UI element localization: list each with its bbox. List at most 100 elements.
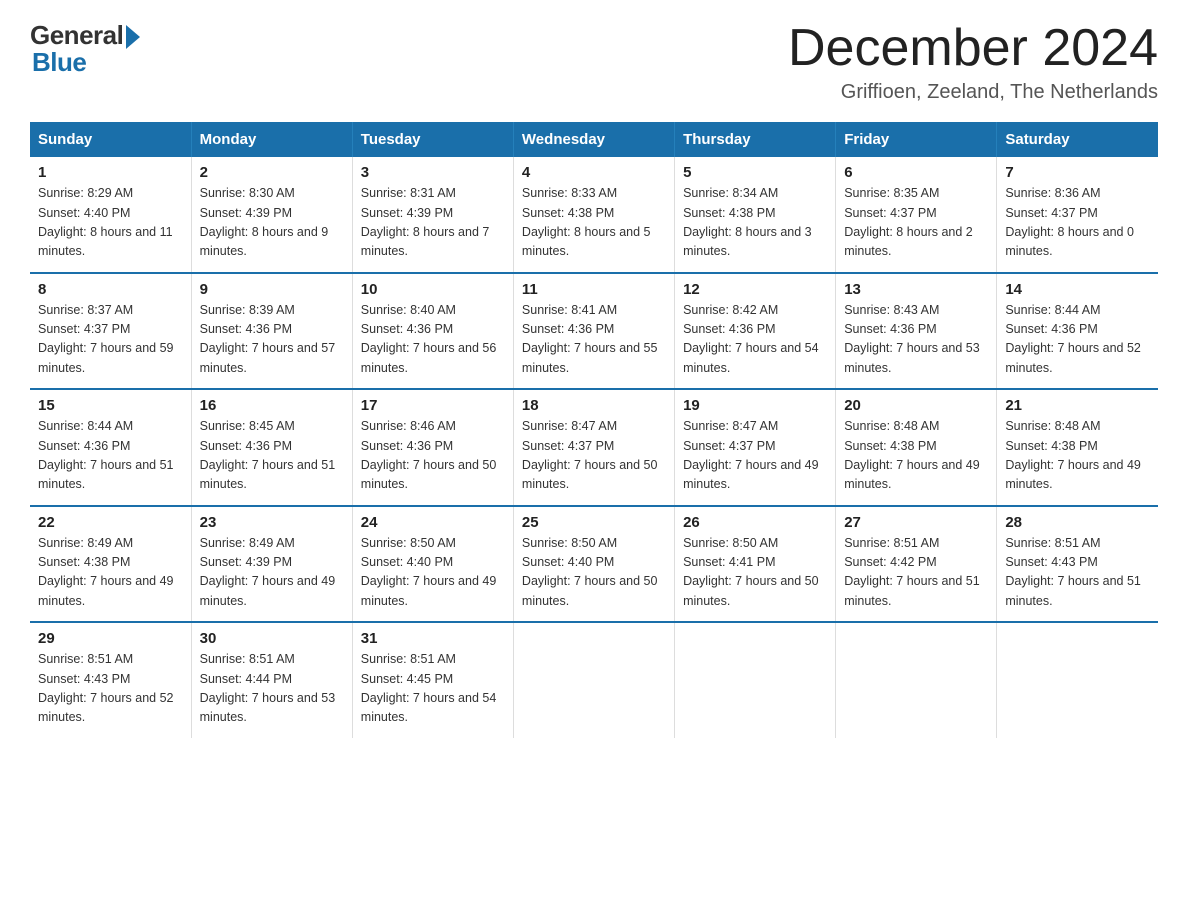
day-number: 5 — [683, 164, 827, 181]
day-number: 10 — [361, 281, 505, 298]
calendar-cell: 21 Sunrise: 8:48 AM Sunset: 4:38 PM Dayl… — [997, 389, 1158, 506]
calendar-cell: 4 Sunrise: 8:33 AM Sunset: 4:38 PM Dayli… — [513, 157, 674, 273]
day-info: Sunrise: 8:44 AM Sunset: 4:36 PM Dayligh… — [38, 417, 183, 495]
day-number: 22 — [38, 514, 183, 531]
calendar-cell — [836, 622, 997, 738]
day-info: Sunrise: 8:49 AM Sunset: 4:38 PM Dayligh… — [38, 534, 183, 612]
day-info: Sunrise: 8:51 AM Sunset: 4:43 PM Dayligh… — [1005, 534, 1150, 612]
day-info: Sunrise: 8:48 AM Sunset: 4:38 PM Dayligh… — [1005, 417, 1150, 495]
title-block: December 2024 Griffioen, Zeeland, The Ne… — [788, 20, 1158, 104]
day-number: 11 — [522, 281, 666, 298]
calendar-cell: 29 Sunrise: 8:51 AM Sunset: 4:43 PM Dayl… — [30, 622, 191, 738]
calendar-cell: 26 Sunrise: 8:50 AM Sunset: 4:41 PM Dayl… — [675, 506, 836, 623]
calendar-cell: 17 Sunrise: 8:46 AM Sunset: 4:36 PM Dayl… — [352, 389, 513, 506]
day-number: 20 — [844, 397, 988, 414]
day-number: 23 — [200, 514, 344, 531]
header-thursday: Thursday — [675, 122, 836, 157]
day-info: Sunrise: 8:30 AM Sunset: 4:39 PM Dayligh… — [200, 184, 344, 262]
calendar-cell — [513, 622, 674, 738]
day-info: Sunrise: 8:47 AM Sunset: 4:37 PM Dayligh… — [522, 417, 666, 495]
calendar-cell: 10 Sunrise: 8:40 AM Sunset: 4:36 PM Dayl… — [352, 273, 513, 390]
calendar-cell: 30 Sunrise: 8:51 AM Sunset: 4:44 PM Dayl… — [191, 622, 352, 738]
calendar-cell: 25 Sunrise: 8:50 AM Sunset: 4:40 PM Dayl… — [513, 506, 674, 623]
calendar-cell — [675, 622, 836, 738]
day-info: Sunrise: 8:48 AM Sunset: 4:38 PM Dayligh… — [844, 417, 988, 495]
header-wednesday: Wednesday — [513, 122, 674, 157]
calendar-cell: 8 Sunrise: 8:37 AM Sunset: 4:37 PM Dayli… — [30, 273, 191, 390]
page-header: General Blue December 2024 Griffioen, Ze… — [30, 20, 1158, 104]
day-info: Sunrise: 8:47 AM Sunset: 4:37 PM Dayligh… — [683, 417, 827, 495]
day-info: Sunrise: 8:50 AM Sunset: 4:40 PM Dayligh… — [361, 534, 505, 612]
day-info: Sunrise: 8:44 AM Sunset: 4:36 PM Dayligh… — [1005, 301, 1150, 379]
header-saturday: Saturday — [997, 122, 1158, 157]
calendar-cell: 11 Sunrise: 8:41 AM Sunset: 4:36 PM Dayl… — [513, 273, 674, 390]
calendar-cell: 15 Sunrise: 8:44 AM Sunset: 4:36 PM Dayl… — [30, 389, 191, 506]
day-info: Sunrise: 8:41 AM Sunset: 4:36 PM Dayligh… — [522, 301, 666, 379]
calendar-cell: 12 Sunrise: 8:42 AM Sunset: 4:36 PM Dayl… — [675, 273, 836, 390]
calendar-cell: 18 Sunrise: 8:47 AM Sunset: 4:37 PM Dayl… — [513, 389, 674, 506]
day-info: Sunrise: 8:35 AM Sunset: 4:37 PM Dayligh… — [844, 184, 988, 262]
day-number: 31 — [361, 630, 505, 647]
calendar-header-row: SundayMondayTuesdayWednesdayThursdayFrid… — [30, 122, 1158, 157]
day-info: Sunrise: 8:29 AM Sunset: 4:40 PM Dayligh… — [38, 184, 183, 262]
day-info: Sunrise: 8:33 AM Sunset: 4:38 PM Dayligh… — [522, 184, 666, 262]
day-number: 28 — [1005, 514, 1150, 531]
day-number: 18 — [522, 397, 666, 414]
day-info: Sunrise: 8:51 AM Sunset: 4:45 PM Dayligh… — [361, 650, 505, 728]
calendar-cell: 23 Sunrise: 8:49 AM Sunset: 4:39 PM Dayl… — [191, 506, 352, 623]
calendar-week-row: 29 Sunrise: 8:51 AM Sunset: 4:43 PM Dayl… — [30, 622, 1158, 738]
calendar-cell: 31 Sunrise: 8:51 AM Sunset: 4:45 PM Dayl… — [352, 622, 513, 738]
calendar-cell — [997, 622, 1158, 738]
calendar-cell: 1 Sunrise: 8:29 AM Sunset: 4:40 PM Dayli… — [30, 157, 191, 273]
logo-arrow-icon — [126, 25, 140, 49]
location-text: Griffioen, Zeeland, The Netherlands — [788, 81, 1158, 104]
calendar-cell: 7 Sunrise: 8:36 AM Sunset: 4:37 PM Dayli… — [997, 157, 1158, 273]
day-info: Sunrise: 8:36 AM Sunset: 4:37 PM Dayligh… — [1005, 184, 1150, 262]
day-number: 9 — [200, 281, 344, 298]
day-number: 12 — [683, 281, 827, 298]
day-info: Sunrise: 8:45 AM Sunset: 4:36 PM Dayligh… — [200, 417, 344, 495]
day-number: 27 — [844, 514, 988, 531]
logo: General Blue — [30, 20, 140, 78]
day-info: Sunrise: 8:43 AM Sunset: 4:36 PM Dayligh… — [844, 301, 988, 379]
day-info: Sunrise: 8:42 AM Sunset: 4:36 PM Dayligh… — [683, 301, 827, 379]
calendar-cell: 20 Sunrise: 8:48 AM Sunset: 4:38 PM Dayl… — [836, 389, 997, 506]
day-info: Sunrise: 8:37 AM Sunset: 4:37 PM Dayligh… — [38, 301, 183, 379]
month-title: December 2024 — [788, 20, 1158, 77]
day-number: 3 — [361, 164, 505, 181]
day-info: Sunrise: 8:31 AM Sunset: 4:39 PM Dayligh… — [361, 184, 505, 262]
day-info: Sunrise: 8:39 AM Sunset: 4:36 PM Dayligh… — [200, 301, 344, 379]
header-monday: Monday — [191, 122, 352, 157]
day-info: Sunrise: 8:51 AM Sunset: 4:42 PM Dayligh… — [844, 534, 988, 612]
day-info: Sunrise: 8:49 AM Sunset: 4:39 PM Dayligh… — [200, 534, 344, 612]
day-info: Sunrise: 8:34 AM Sunset: 4:38 PM Dayligh… — [683, 184, 827, 262]
calendar-cell: 16 Sunrise: 8:45 AM Sunset: 4:36 PM Dayl… — [191, 389, 352, 506]
day-number: 1 — [38, 164, 183, 181]
day-number: 25 — [522, 514, 666, 531]
header-sunday: Sunday — [30, 122, 191, 157]
calendar-cell: 14 Sunrise: 8:44 AM Sunset: 4:36 PM Dayl… — [997, 273, 1158, 390]
calendar-cell: 19 Sunrise: 8:47 AM Sunset: 4:37 PM Dayl… — [675, 389, 836, 506]
calendar-cell: 2 Sunrise: 8:30 AM Sunset: 4:39 PM Dayli… — [191, 157, 352, 273]
day-number: 17 — [361, 397, 505, 414]
day-number: 14 — [1005, 281, 1150, 298]
calendar-cell: 27 Sunrise: 8:51 AM Sunset: 4:42 PM Dayl… — [836, 506, 997, 623]
day-number: 24 — [361, 514, 505, 531]
calendar-cell: 28 Sunrise: 8:51 AM Sunset: 4:43 PM Dayl… — [997, 506, 1158, 623]
day-number: 4 — [522, 164, 666, 181]
day-info: Sunrise: 8:51 AM Sunset: 4:43 PM Dayligh… — [38, 650, 183, 728]
calendar-week-row: 22 Sunrise: 8:49 AM Sunset: 4:38 PM Dayl… — [30, 506, 1158, 623]
day-number: 26 — [683, 514, 827, 531]
calendar-cell: 3 Sunrise: 8:31 AM Sunset: 4:39 PM Dayli… — [352, 157, 513, 273]
day-number: 19 — [683, 397, 827, 414]
calendar-cell: 9 Sunrise: 8:39 AM Sunset: 4:36 PM Dayli… — [191, 273, 352, 390]
header-tuesday: Tuesday — [352, 122, 513, 157]
calendar-week-row: 1 Sunrise: 8:29 AM Sunset: 4:40 PM Dayli… — [30, 157, 1158, 273]
day-info: Sunrise: 8:51 AM Sunset: 4:44 PM Dayligh… — [200, 650, 344, 728]
calendar-week-row: 15 Sunrise: 8:44 AM Sunset: 4:36 PM Dayl… — [30, 389, 1158, 506]
day-number: 8 — [38, 281, 183, 298]
day-info: Sunrise: 8:46 AM Sunset: 4:36 PM Dayligh… — [361, 417, 505, 495]
day-info: Sunrise: 8:50 AM Sunset: 4:41 PM Dayligh… — [683, 534, 827, 612]
day-number: 2 — [200, 164, 344, 181]
day-number: 7 — [1005, 164, 1150, 181]
